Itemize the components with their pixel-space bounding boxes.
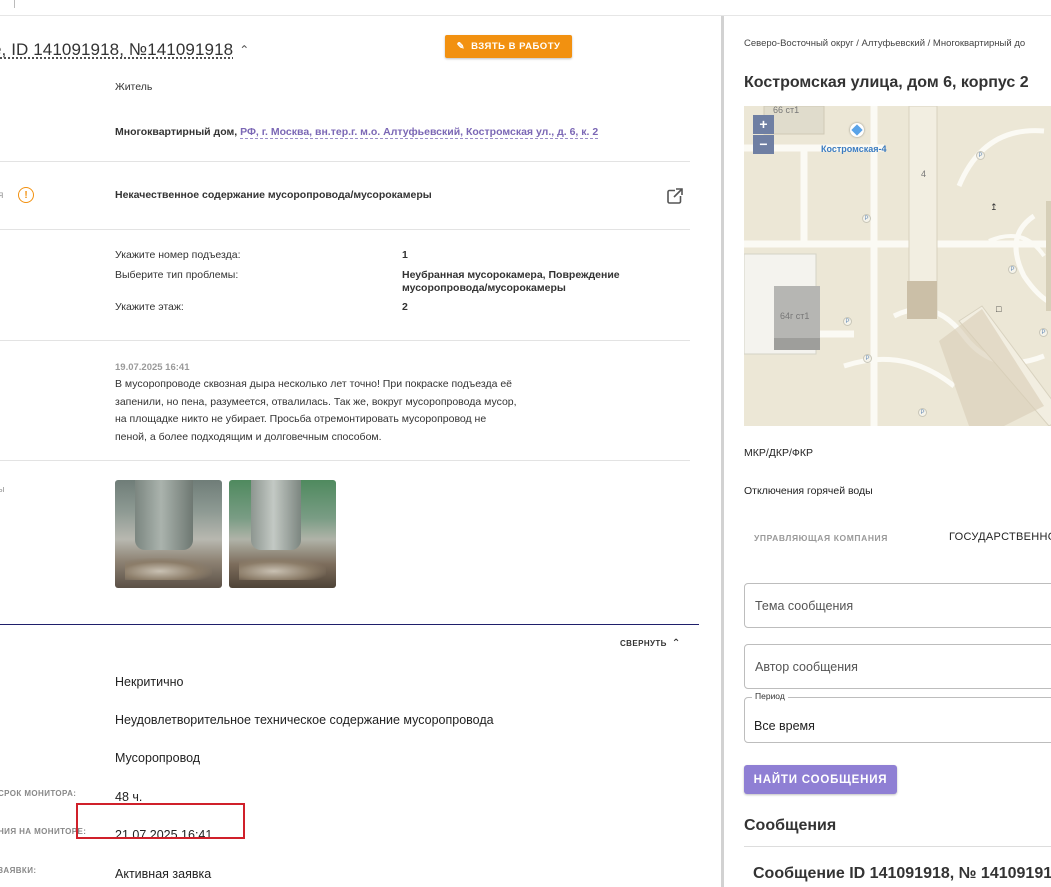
comment-line: пеной, а более подходящим и долговечным … bbox=[115, 430, 382, 443]
comment-text: В мусоропроводе сквозная дыра несколько … bbox=[115, 376, 545, 446]
detail-label-entrance: Укажите номер подъезда: bbox=[115, 249, 241, 261]
map[interactable]: + − Костромская-4 66 ст1 64г ст1 4 P P P… bbox=[744, 106, 1051, 426]
period-value: Все время bbox=[754, 719, 815, 733]
map-building-label: 66 ст1 bbox=[773, 106, 800, 115]
message-item[interactable]: Сообщение ID 141091918, № 14109191 bbox=[744, 846, 1051, 887]
divider bbox=[0, 340, 690, 341]
summary-label-fragment: ЗАЯВКИ: bbox=[0, 866, 37, 875]
message-title: Сообщение ID 141091918, № 14109191 bbox=[753, 865, 1051, 882]
detail-value-entrance: 1 bbox=[402, 249, 408, 261]
parking-icon: P bbox=[976, 151, 985, 160]
detail-value-floor: 2 bbox=[402, 301, 408, 313]
parking-icon: P bbox=[843, 317, 852, 326]
top-bar bbox=[0, 0, 1051, 16]
detail-value-problem-type: Неубранная мусорокамера, Повреждение мус… bbox=[402, 269, 620, 294]
map-street-label: Костромская-4 bbox=[821, 144, 887, 154]
parking-icon: P bbox=[862, 214, 871, 223]
request-title-row[interactable]: е, ID 141091918, №141091918 ⌃ bbox=[0, 38, 249, 62]
messages-header: Сообщения bbox=[744, 817, 837, 834]
take-to-work-button[interactable]: ✎ ВЗЯТЬ В РАБОТУ bbox=[445, 35, 572, 58]
external-link-icon[interactable] bbox=[666, 187, 684, 205]
period-label: Период bbox=[752, 691, 788, 701]
map-marker-icon[interactable] bbox=[850, 123, 864, 137]
comment-line: на площадке никто не убирает. Просьба от… bbox=[115, 413, 487, 425]
zoom-controls: + − bbox=[753, 115, 774, 154]
pencil-icon: ✎ bbox=[456, 41, 466, 52]
map-building-label: 64г ст1 bbox=[780, 311, 810, 321]
warning-icon[interactable]: ! bbox=[18, 187, 34, 203]
parking-icon: P bbox=[1039, 328, 1048, 337]
comment-line: В мусоропроводе сквозная дыра несколько … bbox=[115, 378, 513, 390]
address-sidebar: Северо-Восточный округ / Алтуфьевский / … bbox=[724, 16, 1051, 887]
problem-category-value: Неудовлетворительное техническое содержа… bbox=[115, 713, 494, 727]
divider bbox=[0, 229, 690, 230]
photo-thumbnail[interactable] bbox=[115, 480, 222, 588]
breadcrumb: Северо-Восточный округ / Алтуфьевский / … bbox=[744, 38, 1026, 49]
photos-label-fragment: ы bbox=[0, 484, 5, 494]
map-house-number: 4 bbox=[921, 169, 927, 179]
criticality-value: Некритично bbox=[115, 675, 184, 689]
take-to-work-label: ВЗЯТЬ В РАБОТУ bbox=[471, 41, 561, 52]
section-divider bbox=[0, 624, 699, 625]
mkr-label: МКР/ДКР/ФКР bbox=[744, 447, 814, 459]
find-messages-button[interactable]: НАЙТИ СООБЩЕНИЯ bbox=[744, 765, 897, 794]
period-select[interactable]: Период Все время bbox=[744, 691, 1051, 743]
sport-icon: ↥ bbox=[990, 202, 998, 212]
object-address-link[interactable]: РФ, г. Москва, вн.тер.г. м.о. Алтуфьевск… bbox=[240, 126, 599, 139]
object-type: Многоквартирный дом, bbox=[115, 126, 238, 138]
author-input[interactable] bbox=[744, 644, 1051, 689]
highlight-box bbox=[76, 803, 245, 839]
request-status-value: Активная заявка bbox=[115, 867, 212, 881]
request-details-panel: е, ID 141091918, №141091918 ⌃ ✎ ВЗЯТЬ В … bbox=[0, 16, 700, 887]
object-line: Многоквартирный дом, РФ, г. Москва, вн.т… bbox=[115, 126, 599, 139]
parking-icon: P bbox=[918, 408, 927, 417]
divider bbox=[0, 460, 690, 461]
tab-government[interactable]: ГОСУДАРСТВЕННОЕ bbox=[949, 531, 1051, 543]
chevron-up-icon[interactable]: ⌃ bbox=[239, 43, 249, 57]
detail-label-floor: Укажите этаж: bbox=[115, 301, 184, 313]
parking-icon: P bbox=[1008, 265, 1017, 274]
detail-label-problem-type: Выберите тип проблемы: bbox=[115, 269, 239, 281]
parking-icon: P bbox=[863, 354, 872, 363]
category-label-fragment: я bbox=[0, 190, 4, 201]
object-category-value: Мусоропровод bbox=[115, 751, 201, 765]
tab-management-company[interactable]: УПРАВЛЯЮЩАЯ КОМПАНИЯ bbox=[754, 533, 888, 543]
collapse-button[interactable]: СВЕРНУТЬ ⌃ bbox=[620, 638, 681, 649]
summary-label-fragment: : bbox=[0, 712, 1, 721]
divider bbox=[0, 161, 690, 162]
message-tabs: УПРАВЛЯЮЩАЯ КОМПАНИЯ ГОСУДАРСТВЕННОЕ bbox=[744, 530, 1051, 550]
map-canvas bbox=[744, 106, 1051, 426]
subject-input[interactable] bbox=[744, 583, 1051, 628]
summary-label-fragment: НИЯ НА МОНИТОРЕ: bbox=[0, 827, 87, 836]
monitor-deadline-value: 48 ч. bbox=[115, 790, 143, 804]
request-title[interactable]: е, ID 141091918, №141091918 bbox=[0, 40, 233, 60]
zoom-out-button[interactable]: − bbox=[753, 135, 774, 154]
hot-water-label: Отключения горячей воды bbox=[744, 485, 873, 497]
photo-thumbnail[interactable] bbox=[229, 480, 336, 588]
zoom-in-button[interactable]: + bbox=[753, 115, 774, 134]
problem-text: Некачественное содержание мусоропровода/… bbox=[115, 189, 432, 201]
address-title: Костромская улица, дом 6, корпус 2 bbox=[744, 74, 1029, 91]
summary-label-fragment: СРОК МОНИТОРА: bbox=[0, 789, 77, 798]
comment-date: 19.07.2025 16:41 bbox=[115, 362, 190, 373]
comment-line: запенили, но пена, разумеется, отвалилас… bbox=[115, 395, 517, 408]
collapse-label: СВЕРНУТЬ bbox=[620, 639, 667, 648]
shop-icon: □ bbox=[996, 304, 1002, 314]
applicant-type: Житель bbox=[115, 81, 153, 93]
chevron-up-icon: ⌃ bbox=[671, 638, 681, 649]
